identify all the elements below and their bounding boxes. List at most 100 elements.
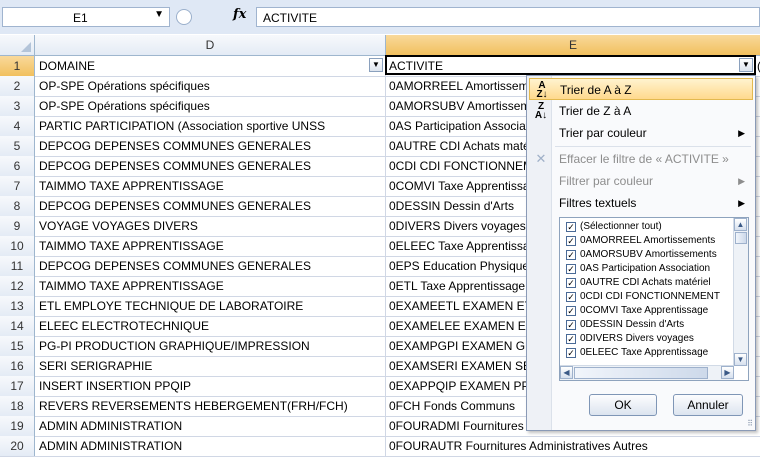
vertical-scrollbar[interactable]: ▲ ▼ [733,218,748,366]
cell-d[interactable]: TAIMMO TAXE APPRENTISSAGE [39,236,379,256]
cell-d[interactable]: VOYAGE VOYAGES DIVERS [39,216,379,236]
row-header[interactable]: 19 [0,416,35,436]
column-header-d[interactable]: D [35,35,386,55]
list-item[interactable]: ✓ 0DESSIN Dessin d'Arts [566,319,685,331]
row-header[interactable]: 18 [0,396,35,416]
horizontal-scrollbar[interactable]: ◀ ▶ [560,365,734,380]
row-header[interactable]: 17 [0,376,35,396]
menu-item-label: Trier par couleur [559,126,647,140]
cell-d[interactable]: PARTIC PARTICIPATION (Association sporti… [39,116,379,136]
ok-button[interactable]: OK [589,394,657,416]
row-header[interactable]: 13 [0,296,35,316]
scroll-thumb[interactable] [574,367,708,379]
list-item[interactable]: ✓ 0AMORSUBV Amortissements [566,249,717,261]
row-header[interactable]: 11 [0,256,35,276]
list-item[interactable]: ✓ 0COMVI Taxe Apprentissage [566,305,708,317]
list-item-label: 0AUTRE CDI Achats matériel [580,277,711,288]
checkbox[interactable]: ✓ [566,236,576,246]
cell-d[interactable]: DEPCOG DEPENSES COMMUNES GENERALES [39,256,379,276]
menu-item-label: Trier de Z à A [559,104,632,118]
list-item-label: 0DIVERS Divers voyages [580,333,694,344]
cell-divider [385,256,386,276]
row-header[interactable]: 8 [0,196,35,216]
cell-d[interactable]: DEPCOG DEPENSES COMMUNES GENERALES [39,156,379,176]
scroll-down-icon[interactable]: ▼ [734,353,747,366]
row-header[interactable]: 7 [0,176,35,196]
row-header[interactable]: 15 [0,336,35,356]
row-header[interactable]: 16 [0,356,35,376]
row-header[interactable]: 1 [0,56,35,76]
name-box-dropdown-icon[interactable]: ▼ [154,9,164,20]
cell-d[interactable]: PG-PI PRODUCTION GRAPHIQUE/IMPRESSION [39,336,379,356]
menu-item-sort-color[interactable]: Trier par couleur ▶ [529,122,753,144]
menu-item-sort-asc[interactable]: A Z↓ Trier de A à Z [529,78,753,100]
column-header-e[interactable]: E [386,35,760,55]
cell-divider [385,436,386,456]
column-headers: D E [0,35,760,56]
row-header[interactable]: 3 [0,96,35,116]
checkbox[interactable]: ✓ [566,306,576,316]
cell-d[interactable]: DOMAINE [39,56,379,76]
list-item[interactable]: ✓ 0CDI CDI FONCTIONNEMENT [566,291,720,303]
select-all-corner[interactable] [0,35,35,55]
row-header[interactable]: 4 [0,116,35,136]
checkbox[interactable]: ✓ [566,278,576,288]
cell-d[interactable]: ETL EMPLOYE TECHNIQUE DE LABORATOIRE [39,296,379,316]
cell-d[interactable]: SERI SERIGRAPHIE [39,356,379,376]
row-header[interactable]: 2 [0,76,35,96]
row-header[interactable]: 14 [0,316,35,336]
filter-value-list[interactable]: ✓ (Sélectionner tout) ✓ 0AMORREEL Amortiss… [559,217,749,381]
menu-item-label: Effacer le filtre de « ACTIVITE » [559,152,729,166]
formula-cancel-icon[interactable] [176,9,192,25]
cell-d[interactable]: OP-SPE Opérations spécifiques [39,96,379,116]
cell-d[interactable]: DEPCOG DEPENSES COMMUNES GENERALES [39,136,379,156]
cell-divider [385,416,386,436]
list-item[interactable]: ✓ 0AMORREEL Amortissements [566,235,715,247]
list-item[interactable]: ✓ 0DIVERS Divers voyages [566,333,694,345]
menu-item-label: Filtres textuels [559,196,637,210]
row-header[interactable]: 20 [0,436,35,456]
scroll-up-icon[interactable]: ▲ [734,218,747,231]
cell-divider [385,116,386,136]
list-item[interactable]: ✓ 0ELEEC Taxe Apprentissage [566,347,708,359]
checkbox[interactable]: ✓ [566,264,576,274]
cell-d[interactable]: REVERS REVERSEMENTS HEBERGEMENT(FRH/FCH) [39,396,379,416]
resize-grip-icon[interactable]: ⠿ [747,420,753,428]
filter-dropdown-icon[interactable]: ▼ [369,58,383,72]
menu-item-sort-desc[interactable]: Z A↓ Trier de Z à A [529,100,753,122]
cancel-button[interactable]: Annuler [673,394,743,416]
row-header[interactable]: 6 [0,156,35,176]
cell-d[interactable]: DEPCOG DEPENSES COMMUNES GENERALES [39,196,379,216]
row-header[interactable]: 9 [0,216,35,236]
cell-d[interactable]: ADMIN ADMINISTRATION [39,436,379,456]
cell-d[interactable]: INSERT INSERTION PPQIP [39,376,379,396]
cell-d[interactable]: TAIMMO TAXE APPRENTISSAGE [39,176,379,196]
cell-d[interactable]: ELEEC ELECTROTECHNIQUE [39,316,379,336]
list-item[interactable]: ✓ (Sélectionner tout) [566,221,662,233]
row-header[interactable]: 12 [0,276,35,296]
scroll-right-icon[interactable]: ▶ [721,366,734,379]
menu-item-text-filters[interactable]: Filtres textuels ▶ [529,192,753,214]
formula-input[interactable]: ACTIVITE [256,7,760,27]
checkbox[interactable]: ✓ [566,250,576,260]
row-header[interactable]: 10 [0,236,35,256]
checkbox[interactable]: ✓ [566,222,576,232]
cell-divider [385,216,386,236]
checkbox[interactable]: ✓ [566,292,576,302]
checkbox[interactable]: ✓ [566,320,576,330]
checkbox[interactable]: ✓ [566,334,576,344]
cell-e[interactable]: 0FOURAUTR Fournitures Administratives Au… [389,436,759,456]
cell-d[interactable]: TAIMMO TAXE APPRENTISSAGE [39,276,379,296]
list-item-label: 0DESSIN Dessin d'Arts [580,319,685,330]
cell-d[interactable]: ADMIN ADMINISTRATION [39,416,379,436]
filter-dropdown-icon-active[interactable]: ▼ [739,58,753,72]
scroll-left-icon[interactable]: ◀ [560,366,573,379]
checkbox[interactable]: ✓ [566,348,576,358]
row-header[interactable]: 5 [0,136,35,156]
scroll-thumb[interactable] [735,232,747,244]
cell-d[interactable]: OP-SPE Opérations spécifiques [39,76,379,96]
list-item[interactable]: ✓ 0AS Participation Association [566,263,710,275]
name-box[interactable]: E1 ▼ [2,7,170,27]
list-item[interactable]: ✓ 0AUTRE CDI Achats matériel [566,277,711,289]
insert-function-icon[interactable]: fx [233,7,246,22]
